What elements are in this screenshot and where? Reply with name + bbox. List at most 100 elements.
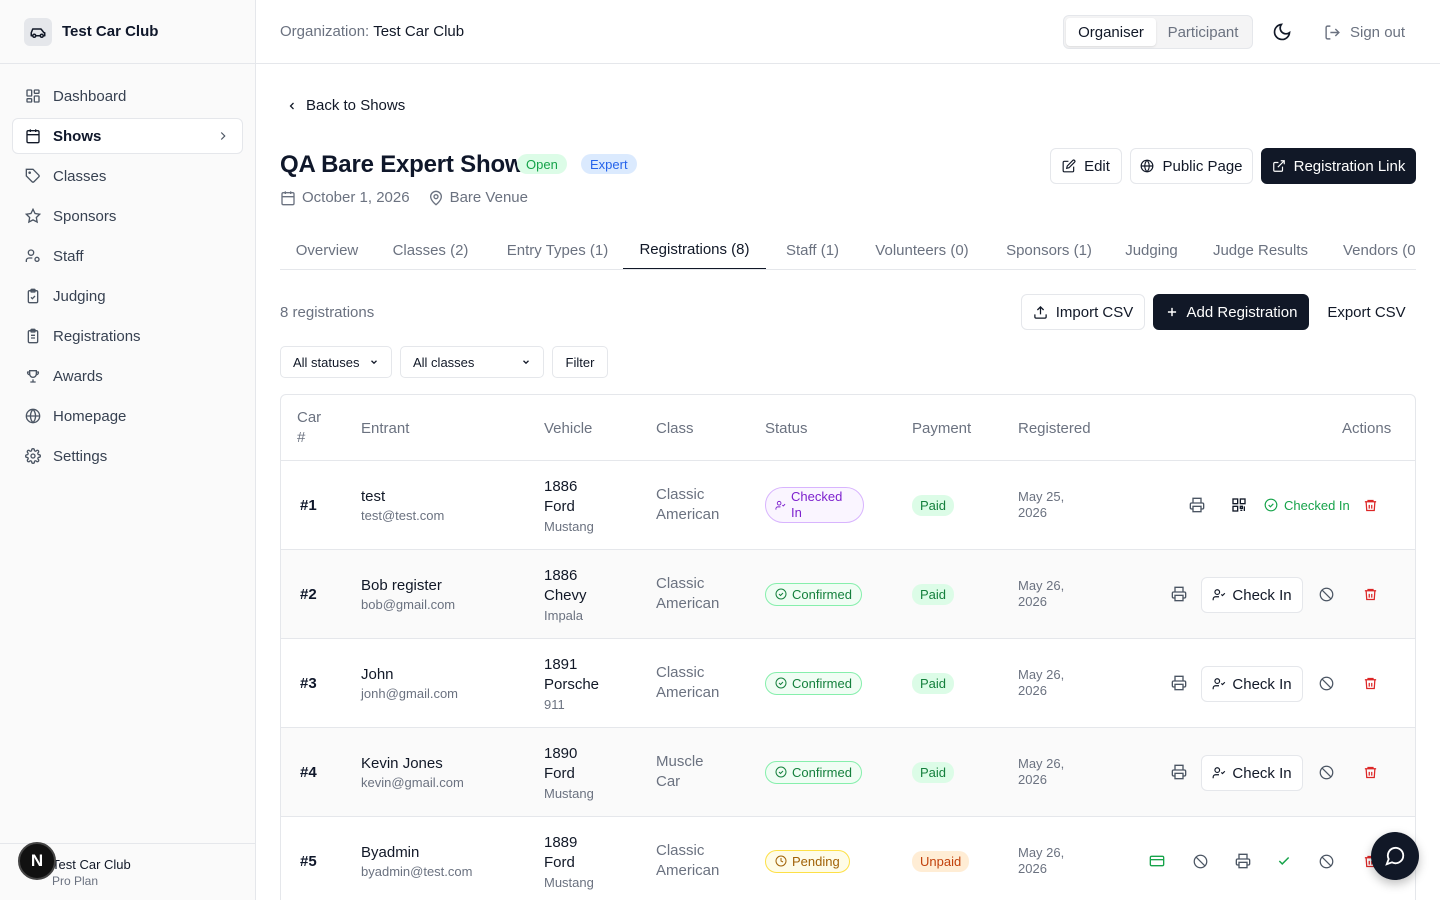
sidebar-item-dashboard[interactable]: Dashboard: [12, 78, 243, 114]
sidebar-item-sponsors[interactable]: Sponsors: [12, 198, 243, 234]
vehicle-year: 1891: [544, 655, 578, 673]
back-to-shows-link[interactable]: Back to Shows: [286, 97, 405, 114]
sidebar-item-homepage[interactable]: Homepage: [12, 398, 243, 434]
printer-icon[interactable]: [1189, 461, 1205, 549]
payment-badge: Paid: [912, 494, 955, 516]
tab-overview[interactable]: Overview: [280, 230, 374, 269]
check-in-button[interactable]: Check In: [1201, 666, 1303, 702]
date-line1: May 26,: [1018, 845, 1065, 860]
payment-cell: Paid: [912, 728, 955, 816]
export-csv-button[interactable]: Export CSV: [1317, 294, 1416, 330]
check-circle-icon: [775, 766, 787, 778]
moon-icon[interactable]: [1272, 22, 1292, 42]
tab-staff[interactable]: Staff (1): [770, 230, 855, 269]
registration-count: 8 registrations: [280, 304, 375, 321]
sidebar-item-settings[interactable]: Settings: [12, 438, 243, 474]
tab-classes[interactable]: Classes (2): [378, 230, 483, 269]
tab-volunteers[interactable]: Volunteers (0): [859, 230, 985, 269]
class-line2: American: [656, 684, 720, 701]
user-check-icon: [1212, 766, 1226, 780]
brand[interactable]: Test Car Club: [0, 0, 255, 64]
col-actions: Actions: [1342, 419, 1392, 437]
role-participant-button[interactable]: Participant: [1156, 18, 1250, 46]
status-filter-select[interactable]: All statuses: [280, 346, 392, 378]
col-class: Class: [656, 419, 694, 437]
public-page-button[interactable]: Public Page: [1130, 148, 1253, 184]
sidebar: Test Car Club Dashboard Shows Classes Sp…: [0, 0, 256, 900]
status-badge: Confirmed: [765, 760, 862, 784]
table-row: #3 John jonh@gmail.com 1891 Porsche 911 …: [281, 639, 1415, 728]
calendar-icon: [280, 190, 302, 206]
tab-entry-types[interactable]: Entry Types (1): [488, 230, 627, 269]
registration-link-button[interactable]: Registration Link: [1261, 148, 1416, 184]
sidebar-item-staff[interactable]: Staff: [12, 238, 243, 274]
sign-out-button[interactable]: Sign out: [1324, 0, 1405, 64]
user-check-icon: [1212, 588, 1226, 602]
tab-judging[interactable]: Judging: [1109, 230, 1194, 269]
qr-code-icon[interactable]: [1231, 461, 1247, 549]
ban-icon[interactable]: [1319, 728, 1334, 816]
sidebar-item-registrations[interactable]: Registrations: [12, 318, 243, 354]
col-car: Car #: [297, 395, 321, 461]
ban-icon[interactable]: [1319, 639, 1334, 727]
add-registration-button[interactable]: Add Registration: [1153, 294, 1309, 330]
vehicle-make: Chevy: [544, 586, 587, 604]
tab-registrations[interactable]: Registrations (8): [623, 230, 766, 269]
vehicle: 1891 Porsche 911: [544, 639, 624, 727]
ban-icon[interactable]: [1193, 817, 1208, 900]
sidebar-item-awards[interactable]: Awards: [12, 358, 243, 394]
tab-vendors[interactable]: Vendors (0: [1327, 230, 1416, 269]
date-line1: May 26,: [1018, 667, 1065, 682]
sign-out-label: Sign out: [1350, 23, 1406, 41]
ban-icon[interactable]: [1319, 550, 1334, 638]
status-cell: Checked In: [765, 461, 864, 549]
trophy-icon: [25, 368, 41, 384]
car-number: #4: [300, 763, 317, 781]
entrant-name: test: [361, 487, 386, 505]
sidebar-item-judging[interactable]: Judging: [12, 278, 243, 314]
credit-card-icon[interactable]: [1149, 817, 1165, 900]
external-link-icon: [1272, 159, 1286, 173]
import-csv-button[interactable]: Import CSV: [1021, 294, 1145, 330]
printer-icon[interactable]: [1235, 817, 1251, 900]
check-in-button[interactable]: Check In: [1201, 755, 1303, 791]
vehicle-make: Ford: [544, 497, 575, 515]
class-line2: American: [656, 506, 720, 523]
trash-icon[interactable]: [1363, 461, 1378, 549]
check-in-button[interactable]: Check In: [1201, 577, 1303, 613]
trash-icon[interactable]: [1363, 728, 1378, 816]
vehicle-model: 911: [544, 696, 565, 712]
sidebar-item-shows[interactable]: Shows: [12, 118, 243, 154]
filter-button[interactable]: Filter: [552, 346, 608, 378]
tab-judge-results[interactable]: Judge Results: [1198, 230, 1323, 269]
avatar[interactable]: N: [18, 842, 56, 880]
status-cell: Pending: [765, 817, 850, 900]
trash-icon[interactable]: [1363, 639, 1378, 727]
check-circle-icon: [1264, 498, 1278, 512]
edit-button[interactable]: Edit: [1050, 148, 1122, 184]
class-line1: Classic: [656, 842, 705, 859]
sidebar-item-classes[interactable]: Classes: [12, 158, 243, 194]
entrant: John jonh@gmail.com: [361, 639, 458, 727]
level-badge: Expert: [581, 154, 637, 174]
printer-icon[interactable]: [1171, 728, 1187, 816]
status-badge: Open: [517, 154, 567, 174]
status-line1: Checked: [791, 489, 843, 504]
account-name: Test Car Club: [52, 856, 131, 872]
entrant-name: John: [361, 665, 394, 683]
chat-button[interactable]: [1371, 832, 1419, 880]
ban-icon[interactable]: [1319, 817, 1334, 900]
tab-sponsors[interactable]: Sponsors (1): [990, 230, 1108, 269]
trash-icon[interactable]: [1363, 550, 1378, 638]
log-out-icon: [1324, 24, 1341, 41]
class-line2: American: [656, 862, 720, 879]
check-icon[interactable]: [1277, 817, 1291, 900]
payment-badge: Paid: [912, 672, 955, 694]
role-organiser-button[interactable]: Organiser: [1066, 18, 1156, 46]
printer-icon[interactable]: [1171, 639, 1187, 727]
col-entrant: Entrant: [361, 419, 410, 437]
printer-icon[interactable]: [1171, 550, 1187, 638]
registered-cell: May 26, 2026: [1018, 817, 1078, 900]
class-filter-select[interactable]: All classes: [400, 346, 544, 378]
status-cell: Confirmed: [765, 550, 862, 638]
